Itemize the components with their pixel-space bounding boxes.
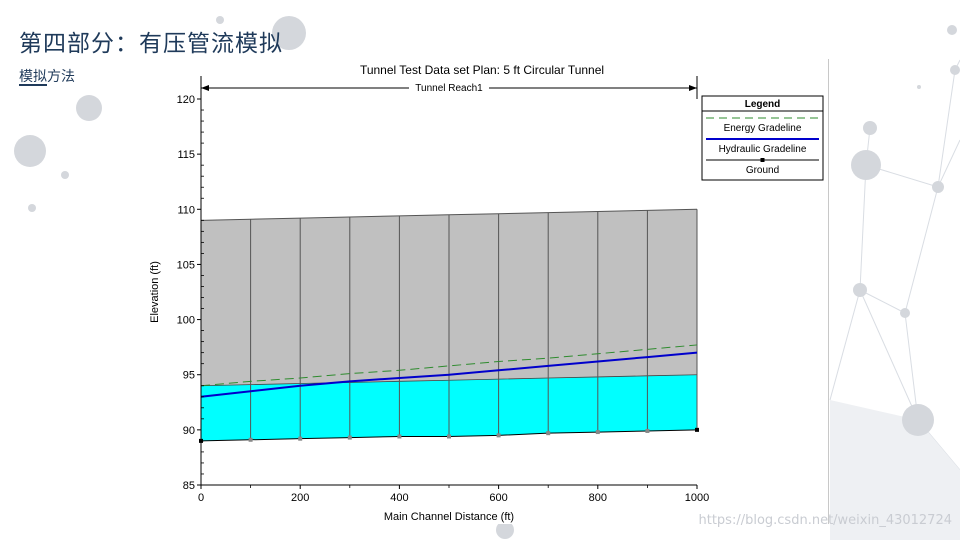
legend: Legend Energy Gradeline Hydraulic Gradelin… [701,95,824,181]
legend-entry: Ground [746,165,779,176]
x-tick-label: 600 [489,492,507,504]
y-tick-label: 120 [177,94,195,106]
ground-marker [546,431,551,436]
ground-marker [298,436,303,441]
x-tick-label: 800 [589,492,607,504]
chart-title: Tunnel Test Data set Plan: 5 ft Circular… [360,63,604,77]
y-tick-label: 85 [183,480,195,492]
ground-marker [695,427,699,432]
legend-entry: Energy Gradeline [724,123,802,134]
profile-chart: Tunnel Test Data set Plan: 5 ft Circular… [144,59,829,524]
x-tick-label: 1000 [685,492,709,504]
ground-marker [248,437,253,442]
x-tick-label: 0 [198,492,204,504]
y-tick-label: 105 [177,259,195,271]
x-tick-label: 200 [291,492,309,504]
ground-marker [496,433,501,438]
watermark: https://blog.csdn.net/weixin_43012724 [698,513,952,528]
y-tick-label: 100 [177,315,195,327]
reach-label: Tunnel Reach1 [415,83,483,94]
y-tick-label: 115 [177,149,195,161]
y-axis-label: Elevation (ft) [149,261,161,323]
y-tick-label: 95 [183,370,195,382]
slide-title: 第四部分：有压管流模拟 [19,31,283,57]
y-tick-label: 110 [177,204,195,216]
ground-marker [347,435,352,440]
reach-arrow-left [201,85,209,91]
legend-title: Legend [745,99,781,110]
legend-entry: Hydraulic Gradeline [719,144,807,155]
reach-arrow-right [689,85,697,91]
y-tick-label: 90 [183,425,195,437]
legend-ground-marker [760,158,765,162]
slide-subtitle: 模拟方法 [19,69,75,85]
ground-marker [595,430,600,435]
ground-marker [645,428,650,433]
ground-marker [397,434,402,439]
x-axis-label: Main Channel Distance (ft) [384,511,514,523]
subtitle-underline [19,84,47,86]
x-tick-label: 400 [390,492,408,504]
ground-marker [447,434,451,439]
